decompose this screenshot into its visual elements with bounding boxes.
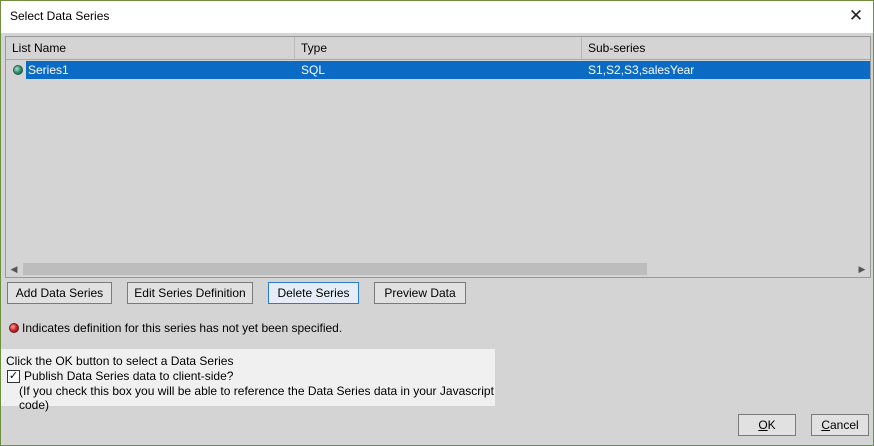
close-icon: ✕: [848, 6, 864, 25]
select-data-series-dialog: Select Data Series ✕ List Name Type Sub-…: [0, 0, 874, 446]
column-header-label: Sub-series: [588, 41, 646, 55]
column-header-label: Type: [301, 41, 328, 55]
delete-series-button[interactable]: Delete Series: [268, 282, 359, 304]
instruction-text: Click the OK button to select a Data Ser…: [6, 354, 234, 368]
scrollbar-thumb[interactable]: [23, 263, 647, 275]
cancel-button[interactable]: Cancel: [811, 414, 869, 436]
title-bar: Select Data Series ✕: [1, 1, 873, 33]
cancel-label-rest: ancel: [829, 418, 859, 432]
list-header: List Name Type Sub-series: [6, 37, 870, 60]
red-dot-icon: [9, 323, 19, 333]
row-sub-series: S1,S2,S3,salesYear: [588, 63, 695, 77]
cancel-mnemonic: C: [821, 418, 830, 432]
globe-icon: [13, 65, 23, 75]
column-header-list-name[interactable]: List Name: [6, 37, 295, 59]
add-data-series-button[interactable]: Add Data Series: [7, 282, 112, 304]
column-header-type[interactable]: Type: [295, 37, 582, 59]
row-list-name: Series1: [28, 63, 69, 77]
data-series-list[interactable]: List Name Type Sub-series Series1 SQL S1…: [5, 36, 871, 278]
row-type: SQL: [301, 63, 326, 77]
scroll-left-icon[interactable]: ◀: [6, 261, 22, 277]
publish-checkbox[interactable]: ✓: [7, 370, 20, 383]
dialog-title: Select Data Series: [10, 9, 110, 23]
ok-button[interactable]: OK: [738, 414, 796, 436]
close-button[interactable]: ✕: [843, 4, 869, 28]
publish-panel: Click the OK button to select a Data Ser…: [1, 349, 495, 412]
horizontal-scrollbar[interactable]: ◀ ▶: [6, 261, 870, 277]
ok-mnemonic: O: [758, 418, 768, 432]
publish-hint: (If you check this box you will be able …: [19, 384, 494, 412]
publish-checkbox-label[interactable]: Publish Data Series data to client-side?: [24, 369, 233, 383]
table-row[interactable]: Series1 SQL S1,S2,S3,salesYear: [6, 61, 870, 79]
column-header-label: List Name: [12, 41, 67, 55]
row-selection: [26, 61, 870, 79]
checkmark-icon: ✓: [8, 370, 19, 382]
preview-data-button[interactable]: Preview Data: [374, 282, 466, 304]
scroll-right-icon[interactable]: ▶: [854, 261, 870, 277]
edit-series-definition-button[interactable]: Edit Series Definition: [127, 282, 253, 304]
column-header-sub-series[interactable]: Sub-series: [582, 37, 870, 59]
ok-label-rest: K: [767, 418, 776, 432]
undefined-series-note: Indicates definition for this series has…: [22, 321, 343, 335]
